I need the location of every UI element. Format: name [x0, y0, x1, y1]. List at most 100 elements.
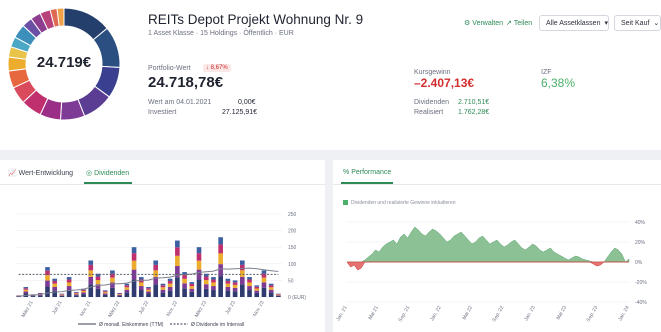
dividend-bar	[117, 294, 122, 295]
dividend-bar	[131, 253, 137, 261]
dividend-bar	[232, 280, 238, 283]
dividend-bar	[146, 293, 151, 297]
dividend-bar	[45, 280, 50, 287]
dividend-bar	[45, 275, 50, 281]
dividend-bar	[167, 290, 173, 297]
dividend-bar	[95, 280, 101, 285]
dividend-bar	[232, 282, 238, 285]
x-tick-label: Sep. 22	[492, 305, 506, 323]
period-label: Seit Kauf	[621, 20, 650, 27]
dividend-bar	[254, 292, 260, 297]
dividend-bar	[254, 290, 260, 293]
performance-area-chart[interactable]: 40% 20% 0% -20% -40% Jan. 21 Mai 21 Sep. 21 Jan.…	[333, 212, 661, 332]
x-tick-label: Juli 22	[138, 300, 151, 316]
dividend-bar	[146, 287, 151, 289]
x-tick-label: Mai 23	[555, 305, 568, 321]
dividend-bar	[160, 287, 166, 290]
dividend-bar	[167, 286, 173, 291]
dividend-bar	[59, 295, 65, 297]
dividend-bar	[211, 277, 216, 280]
y-tick-label: 250	[288, 212, 297, 218]
dividend-bar	[268, 289, 274, 293]
period-select[interactable]: Seit Kauf ⌄	[614, 15, 661, 31]
y-tick-label: -20%	[635, 280, 647, 286]
dividend-bar	[23, 288, 29, 290]
tab-value-development[interactable]: 📈 Wert-Entwicklung	[8, 169, 73, 177]
donut-total-value: 24.719€	[36, 54, 92, 71]
dividend-bar	[189, 286, 195, 289]
y-tick-label: 200	[288, 229, 297, 235]
dividend-bar	[45, 267, 50, 271]
asset-class-filter[interactable]: Alle Assetklassen ▾	[539, 15, 609, 31]
y-tick-label: 40%	[635, 220, 646, 226]
dividend-bar	[81, 294, 86, 297]
dividend-bar	[211, 282, 216, 287]
dividend-bar	[153, 264, 159, 271]
dividend-bar	[189, 291, 195, 297]
dividend-bar	[196, 247, 202, 254]
dividend-bar	[203, 280, 209, 285]
dividend-bar	[268, 292, 274, 297]
dividend-bar	[196, 260, 202, 270]
dividend-bar	[138, 282, 144, 287]
dividend-bar	[247, 282, 252, 287]
dividend-bar	[261, 270, 267, 274]
dividend-bar	[254, 288, 260, 291]
dividend-bar	[189, 283, 195, 287]
share-icon: ↗	[506, 20, 512, 27]
checkbox-icon	[343, 200, 348, 206]
tab-dividends[interactable]: ◎ Dividenden	[86, 169, 129, 177]
y-tick-label: 20%	[635, 240, 646, 246]
x-tick-label: Jan. 21	[335, 305, 349, 322]
izf-value: 6,38%	[541, 76, 576, 90]
manage-button[interactable]: ⚙ Verwalten	[464, 19, 503, 27]
dividend-bar	[160, 289, 166, 293]
dividend-bar	[240, 264, 245, 271]
share-button[interactable]: ↗ Teilen	[506, 19, 532, 27]
dividend-bar	[175, 255, 180, 266]
dividend-bar	[268, 285, 274, 288]
dividend-bar	[225, 290, 231, 297]
dividend-bar	[232, 291, 238, 297]
dividend-bar	[52, 283, 57, 287]
dividend-bar	[203, 284, 209, 289]
dividend-bar	[247, 286, 252, 291]
dividend-bar	[167, 283, 173, 287]
dividend-bar	[110, 270, 115, 274]
x-tick-label: Jan. 24	[617, 305, 631, 322]
dividend-bar	[74, 292, 79, 293]
line-chart-icon: 📈	[8, 170, 17, 177]
dividend-bar	[88, 276, 94, 285]
dividends-bar-chart[interactable]: 250 200 150 100 50 0 (EUR) März 21 Juli 21 Nov. …	[0, 184, 325, 332]
dividend-bar	[110, 277, 115, 283]
dividend-bar	[131, 260, 137, 270]
dividend-bar	[117, 293, 122, 295]
x-tick-label: Nov. 22	[165, 300, 179, 318]
dividend-bar	[225, 280, 231, 284]
dividend-bar	[218, 237, 223, 245]
dividend-bar	[247, 290, 252, 297]
dividend-bar	[66, 277, 72, 280]
dividend-bar	[153, 284, 159, 297]
tab-performance[interactable]: % Performance	[343, 169, 391, 176]
dividend-bar	[189, 282, 195, 284]
dividend-bar	[146, 291, 151, 294]
dividend-bar	[66, 286, 72, 291]
realized-label: Realisiert	[414, 109, 444, 116]
x-tick-label: März 21	[21, 300, 35, 319]
dividend-bar	[225, 283, 231, 287]
include-dividends-toggle[interactable]: Dividenden und realisierte Gewinne inklu…	[343, 200, 456, 206]
dividend-bar	[196, 253, 202, 261]
dividend-bar	[175, 277, 180, 297]
dividend-bar	[45, 286, 50, 297]
dividend-bar	[30, 296, 36, 297]
invested-value: 27.125,91€	[222, 109, 258, 116]
dividend-bar	[138, 286, 144, 291]
dividend-bar	[189, 288, 195, 292]
dividend-bar	[182, 275, 187, 279]
dividend-bar	[138, 277, 144, 280]
dividend-bar	[182, 278, 187, 284]
share-label: Teilen	[513, 20, 533, 27]
dividend-bar	[110, 282, 115, 288]
y-tick-label: 0 (EUR)	[288, 295, 306, 301]
